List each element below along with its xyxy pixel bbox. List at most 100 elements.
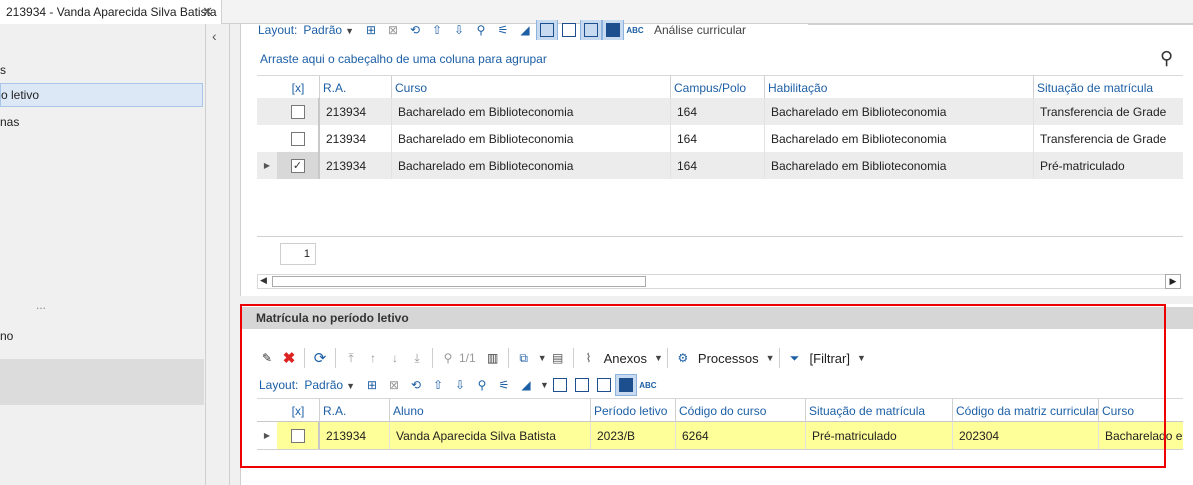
view-1-icon[interactable] [536,20,558,40]
splitter-grip[interactable]: ... [36,298,46,312]
search-icon[interactable]: ⚲ [437,347,459,369]
column-situacao[interactable]: Situação de matrícula [806,399,953,423]
group-by-hint[interactable]: Arraste aqui o cabeçalho de uma coluna p… [260,52,547,66]
column-codigo-matriz[interactable]: Código da matriz curricular▼ [953,399,1099,423]
filtrar-button[interactable]: [Filtrar] [810,351,850,366]
column-select[interactable]: [x] [277,399,320,423]
row-select-cell[interactable] [277,422,320,449]
table-row[interactable]: 213934 Bacharelado em Biblioteconomia 16… [257,98,1183,125]
column-ra[interactable]: R.A. [320,76,392,100]
analysis-label[interactable]: Análise curricular [654,23,746,37]
filter-icon[interactable]: ⚟ [492,20,514,40]
layout-label: Layout: [259,378,299,392]
view-3-icon[interactable] [580,20,602,40]
view-4-icon[interactable] [614,374,637,396]
column-select[interactable]: [x] [277,76,320,100]
column-habilitacao[interactable]: Habilitação [765,76,1034,100]
chart-icon[interactable]: ◢ [514,20,536,40]
previous-record-icon[interactable]: ↑ [362,347,384,369]
filter-icon[interactable]: ⚟ [493,374,515,396]
delete-icon[interactable]: ⊠ [383,374,405,396]
abc-icon[interactable]: ABC [624,20,646,40]
first-record-icon[interactable]: ⤒ [340,347,362,369]
pin-icon[interactable]: ⚲ [471,374,493,396]
layout-dropdown[interactable]: Padrão ▼ [303,23,354,37]
row-select-cell[interactable]: ✓ [277,152,320,179]
export-down-icon[interactable]: ⇩ [449,374,471,396]
nav-item-1[interactable]: s [0,58,203,82]
scroll-right-icon[interactable]: ▶ [1165,274,1181,289]
table-row[interactable]: ▶ 213934 Vanda Aparecida Silva Batista 2… [257,422,1183,449]
separator [507,348,509,368]
add-icon[interactable]: ⊞ [361,374,383,396]
open-external-icon[interactable]: ⧉ [513,347,535,369]
close-icon[interactable]: ✕ [202,4,213,20]
edit-icon[interactable]: ✎ [256,347,278,369]
row-select-cell[interactable] [277,125,320,152]
table-row[interactable]: 213934 Bacharelado em Biblioteconomia 16… [257,125,1183,152]
nav-item-4[interactable]: no [0,324,203,348]
chart-icon[interactable]: ◢ [515,374,537,396]
add-icon[interactable]: ⊞ [360,20,382,40]
row-checkbox[interactable] [290,428,305,443]
tab-student[interactable]: 213934 - Vanda Aparecida Silva Batista ✕ [0,0,222,24]
row-checkbox[interactable] [290,131,305,146]
horizontal-scrollbar[interactable]: ◀ [257,274,1181,289]
document-icon[interactable]: ▤ [547,347,569,369]
column-periodo[interactable]: Período letivo [591,399,676,423]
delete-icon[interactable]: ✖ [278,347,300,369]
column-aluno[interactable]: Aluno [390,399,591,423]
columns-icon[interactable]: ▥ [482,347,504,369]
row-checkbox-checked[interactable]: ✓ [290,158,305,173]
left-nav: s o letivo nas ... no [0,24,205,485]
caret-down-icon[interactable]: ▼ [538,353,547,363]
next-record-icon[interactable]: ↓ [384,347,406,369]
export-up-icon[interactable]: ⇧ [426,20,448,40]
scroll-left-icon[interactable]: ◀ [260,275,267,286]
caret-down-icon[interactable]: ▼ [766,353,775,363]
table-row[interactable]: ▶ ✓ 213934 Bacharelado em Biblioteconomi… [257,152,1183,179]
view-2-icon[interactable] [571,374,593,396]
export-up-icon[interactable]: ⇧ [427,374,449,396]
delete-icon[interactable]: ⊠ [382,20,404,40]
abc-icon[interactable]: ABC [637,374,659,396]
column-curso[interactable]: Curso [1099,399,1183,423]
refresh-icon[interactable]: ⟲ [405,374,427,396]
nav-item-periodo-letivo[interactable]: o letivo [0,83,203,107]
column-codigo-curso[interactable]: Código do curso [676,399,806,423]
chevron-left-icon[interactable]: ‹ [212,28,217,44]
funnel-icon[interactable]: ⏷ [784,347,806,369]
row-select-cell[interactable] [277,98,320,125]
caret-down-icon[interactable]: ▼ [654,353,663,363]
export-down-icon[interactable]: ⇩ [448,20,470,40]
column-curso[interactable]: Curso [392,76,671,100]
last-record-icon[interactable]: ⤓ [406,347,428,369]
page-number[interactable]: 1 [280,243,316,265]
column-campus[interactable]: Campus/Polo [671,76,765,100]
pane-divider[interactable] [240,296,1193,304]
anexos-button[interactable]: Anexos [604,351,647,366]
column-situacao[interactable]: Situação de matrícula [1034,76,1183,100]
scroll-thumb[interactable] [272,276,646,287]
caret-down-icon[interactable]: ▼ [540,380,549,390]
view-3-icon[interactable] [593,374,615,396]
gear-icon[interactable]: ⚙ [672,347,694,369]
nav-item-selected-block[interactable] [0,359,204,405]
refresh-icon[interactable]: ⟳ [309,347,331,369]
cell-ra: 213934 [320,152,392,179]
paperclip-icon[interactable]: ⌇ [578,347,600,369]
processos-button[interactable]: Processos [698,351,759,366]
refresh-icon[interactable]: ⟲ [404,20,426,40]
column-ra[interactable]: R.A. [320,399,390,423]
collapse-splitter[interactable]: ‹ [205,24,229,485]
nav-item-3[interactable]: nas [0,110,203,134]
pin-icon[interactable]: ⚲ [470,20,492,40]
layout-dropdown[interactable]: Padrão ▼ [304,378,355,392]
search-icon[interactable]: ⚲ [1160,48,1173,69]
caret-down-icon[interactable]: ▼ [857,353,866,363]
nav-item-label: o letivo [1,88,40,102]
view-1-icon[interactable] [549,374,571,396]
view-2-icon[interactable] [558,20,580,40]
view-4-icon[interactable] [602,20,624,40]
row-checkbox[interactable] [290,104,305,119]
